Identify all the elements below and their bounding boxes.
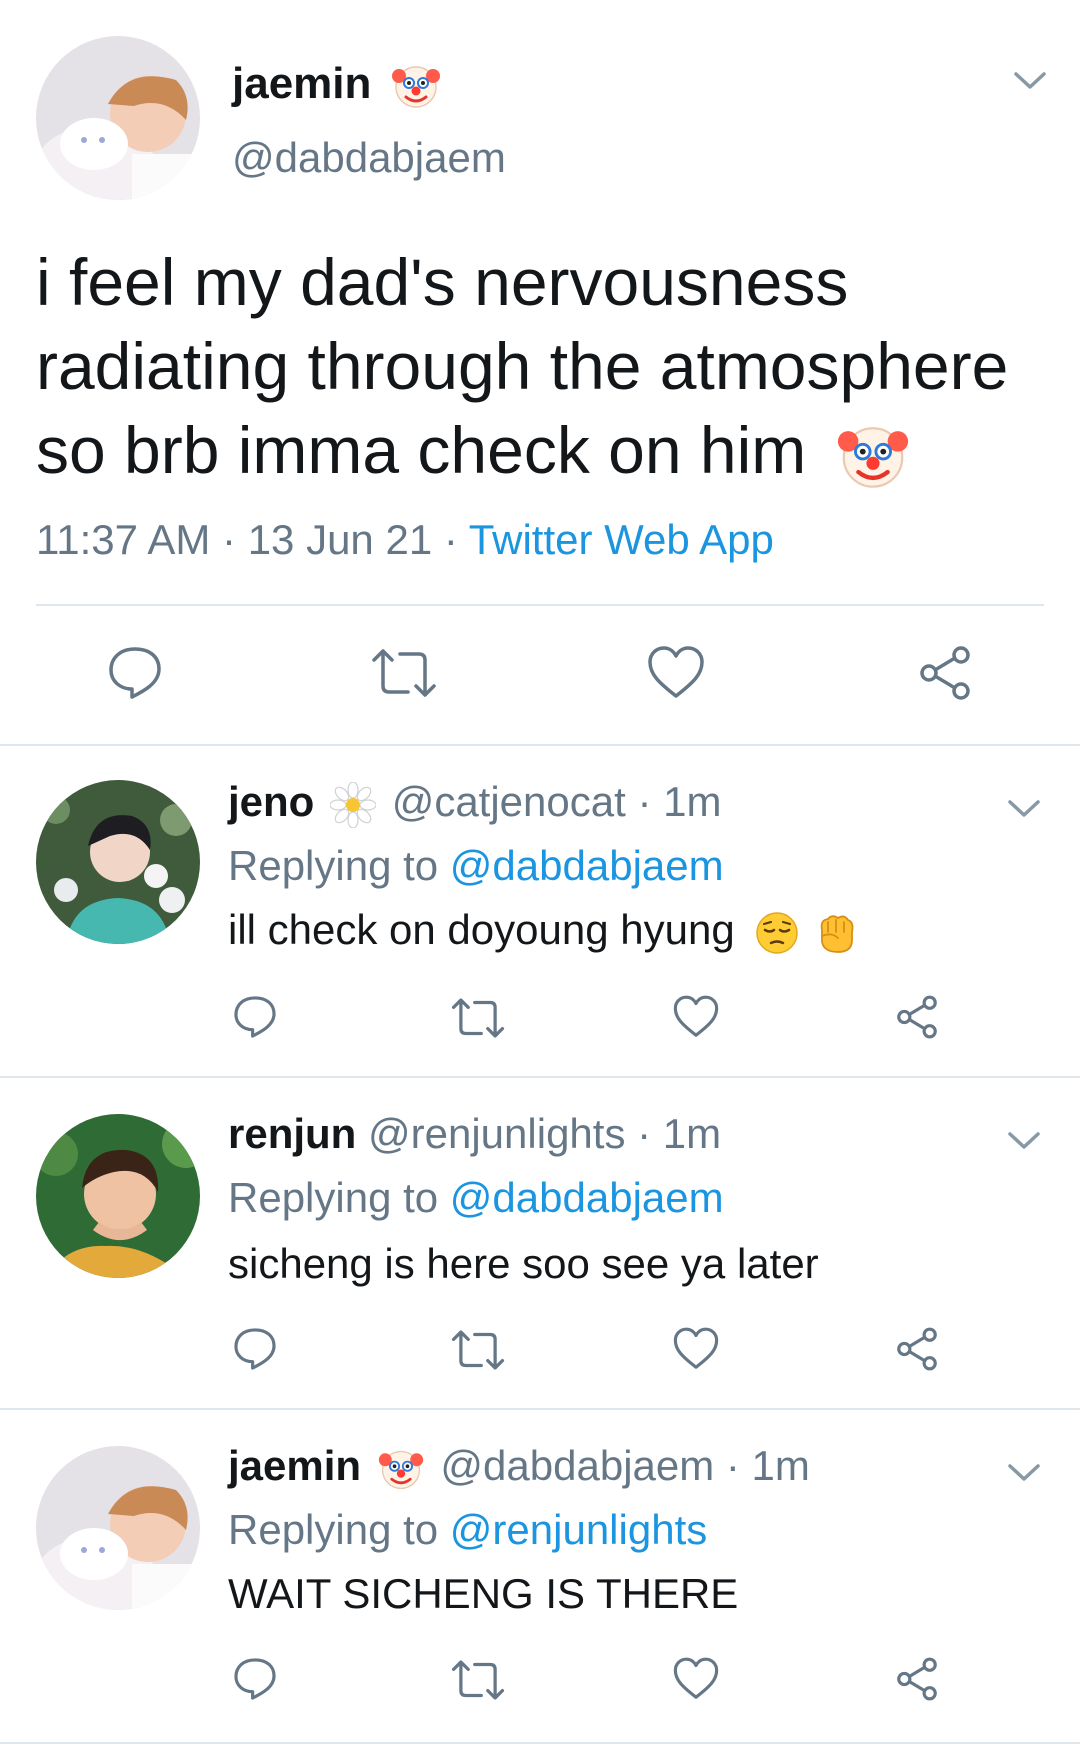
author-handle[interactable]: @dabdabjaem [232,130,506,186]
avatar-jaemin[interactable] [36,1446,200,1610]
share-icon[interactable] [894,1656,940,1702]
tweet-text-line: radiating through the atmosphere [36,329,1009,403]
reply-text: WAIT SICHENG IS THERE [228,1570,739,1617]
replying-to-handle[interactable]: @dabdabjaem [450,842,724,889]
clown-face-emoji [835,418,911,494]
tweet-separator [0,1408,1080,1410]
tweet-meta: 11:37 AM · 13 Jun 21 · Twitter Web App [36,512,774,568]
meta-dot: · [222,516,237,563]
tweet-time: 11:37 AM [36,516,211,563]
avatar-renjun[interactable] [36,1114,200,1278]
reply-icon[interactable] [106,644,164,702]
clown-face-emoji [390,60,442,112]
reply-icon[interactable] [232,1656,278,1702]
retweet-icon[interactable] [450,1658,506,1702]
reply-icon[interactable] [232,994,278,1040]
meta-divider [36,604,1044,606]
tweet-text-line: so brb imma check on him [36,413,807,487]
share-icon[interactable] [894,1326,940,1372]
reply-display-name[interactable]: jeno [228,778,314,825]
share-icon[interactable] [894,994,940,1040]
chevron-down-icon[interactable] [1012,68,1048,92]
reply-display-name[interactable]: jaemin [228,1442,361,1489]
reply-handle[interactable]: @dabdabjaem [440,1442,714,1489]
replying-to-label: Replying to [228,842,439,889]
author-display-name[interactable]: jaemin [232,59,371,108]
retweet-icon[interactable] [370,646,438,700]
tweet-source[interactable]: Twitter Web App [469,516,774,563]
tweet-separator [0,1076,1080,1078]
replying-to-handle[interactable]: @renjunlights [450,1506,707,1553]
like-icon[interactable] [672,994,720,1040]
reply-text: ill check on doyoung hyung [228,906,735,953]
replying-to-label: Replying to [228,1174,439,1221]
tweet-text: i feel my dad's nervousness radiating th… [36,240,1008,494]
retweet-icon[interactable] [450,996,506,1040]
retweet-icon[interactable] [450,1328,506,1372]
like-icon[interactable] [646,644,706,702]
raised-fist-emoji [814,910,858,956]
reply-handle[interactable]: @renjunlights [368,1110,625,1157]
replying-to-label: Replying to [228,1506,439,1553]
daisy-emoji [329,781,377,829]
share-icon[interactable] [916,644,974,702]
tweet-separator [0,744,1080,746]
replying-to-handle[interactable]: @dabdabjaem [450,1174,724,1221]
avatar-jaemin[interactable] [36,36,200,200]
like-icon[interactable] [672,1326,720,1372]
meta-dot: · [443,516,458,563]
chevron-down-icon[interactable] [1006,1460,1042,1484]
like-icon[interactable] [672,1656,720,1702]
tweet-text-line: i feel my dad's nervousness [36,245,849,319]
pensive-face-emoji [754,910,800,956]
tweet-separator [0,1742,1080,1744]
tweet-date: 13 Jun 21 [247,516,433,563]
reply-icon[interactable] [232,1326,278,1372]
avatar-jeno[interactable] [36,780,200,944]
reply-display-name[interactable]: renjun [228,1110,356,1157]
chevron-down-icon[interactable] [1006,796,1042,820]
reply-handle[interactable]: @catjenocat [392,778,626,825]
reply-age: · 1m [637,1110,722,1157]
chevron-down-icon[interactable] [1006,1128,1042,1152]
reply-text: sicheng is here soo see ya later [228,1240,819,1287]
reply-age: · 1m [637,778,722,825]
reply-age: · 1m [725,1442,810,1489]
clown-face-emoji [377,1445,425,1493]
